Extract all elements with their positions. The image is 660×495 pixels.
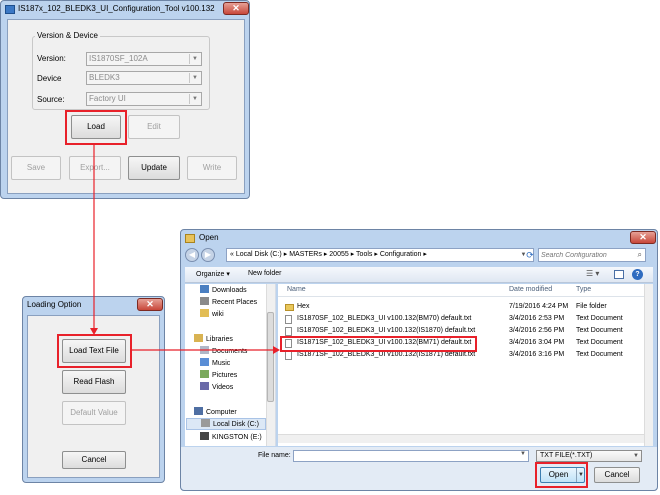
arrowhead-right xyxy=(273,346,280,354)
arrowhead-down xyxy=(90,328,98,335)
connector-arrows xyxy=(90,144,280,354)
